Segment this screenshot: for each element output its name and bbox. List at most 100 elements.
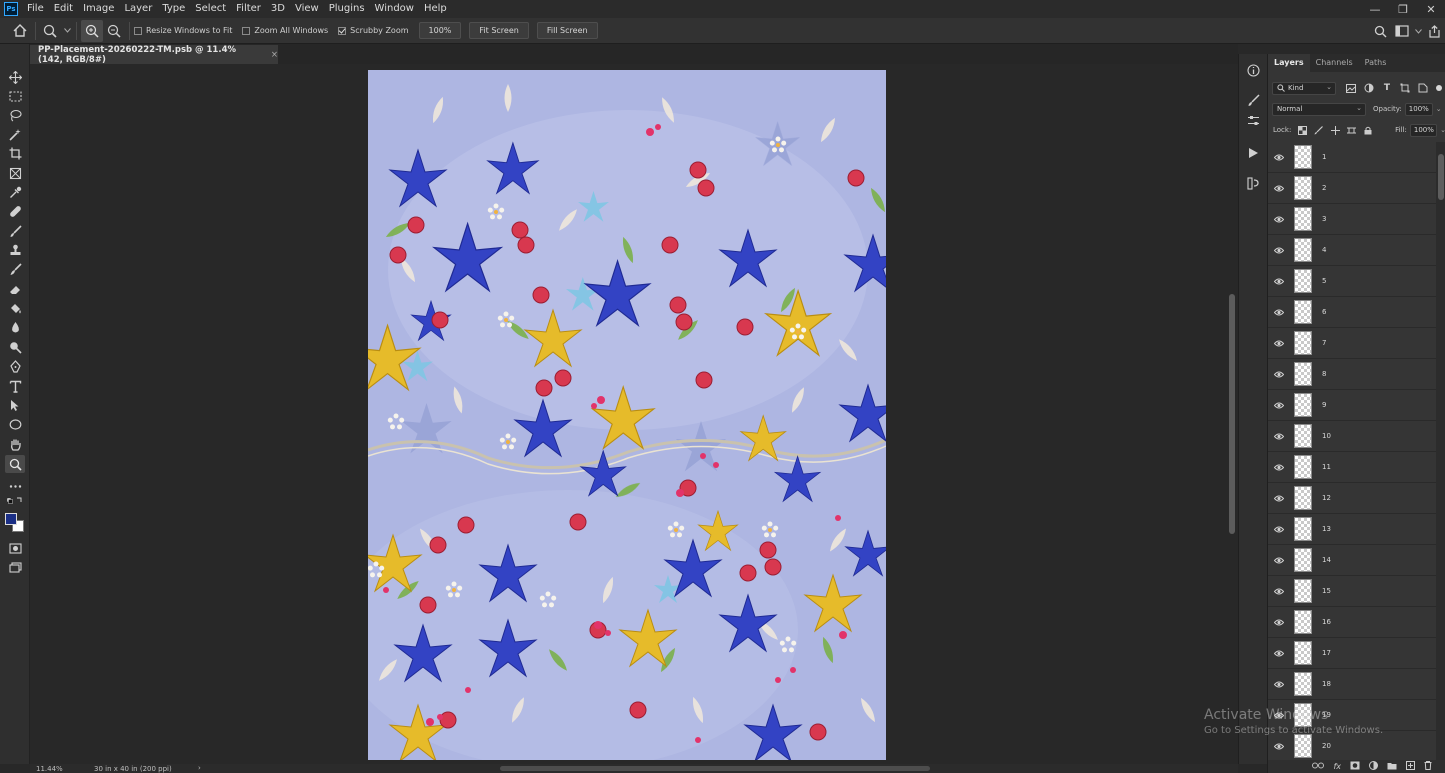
menu-select[interactable]: Select <box>190 0 231 18</box>
lock-position-icon[interactable] <box>1328 123 1342 137</box>
paint-bucket-tool-icon[interactable] <box>5 299 25 317</box>
menu-type[interactable]: Type <box>157 0 190 18</box>
layer-row[interactable]: 15 <box>1268 576 1436 607</box>
menu-plugins[interactable]: Plugins <box>324 0 370 18</box>
scrubby-zoom-checkbox[interactable]: Scrubby Zoom <box>338 26 409 35</box>
visibility-eye-icon[interactable] <box>1268 402 1290 409</box>
lock-transparent-pixels-icon[interactable] <box>1295 123 1309 137</box>
new-adjustment-layer-icon[interactable] <box>1369 761 1378 772</box>
fill-input[interactable]: 100% <box>1409 123 1438 137</box>
link-layers-icon[interactable] <box>1312 762 1325 771</box>
layer-row[interactable]: 7 <box>1268 328 1436 359</box>
delete-layer-icon[interactable] <box>1424 761 1432 772</box>
visibility-eye-icon[interactable] <box>1268 464 1290 471</box>
layer-row[interactable]: 14 <box>1268 545 1436 576</box>
type-tool-icon[interactable] <box>5 377 25 395</box>
info-icon[interactable] <box>1243 60 1263 80</box>
visibility-eye-icon[interactable] <box>1268 185 1290 192</box>
lock-artboard-icon[interactable] <box>1345 123 1359 137</box>
minimize-button[interactable]: — <box>1361 0 1389 18</box>
frame-tool-icon[interactable] <box>5 164 25 182</box>
visibility-eye-icon[interactable] <box>1268 650 1290 657</box>
screen-mode-icon[interactable] <box>5 558 25 576</box>
pen-tool-icon[interactable] <box>5 357 25 375</box>
zoom-tool-preset-icon[interactable] <box>40 20 62 42</box>
foreground-color-swatch[interactable] <box>5 513 17 525</box>
magic-wand-tool-icon[interactable] <box>5 125 25 143</box>
share-icon[interactable] <box>1423 20 1445 42</box>
layer-row[interactable]: 18 <box>1268 669 1436 700</box>
visibility-eye-icon[interactable] <box>1268 557 1290 564</box>
visibility-eye-icon[interactable] <box>1268 216 1290 223</box>
eyedropper-tool-icon[interactable] <box>5 183 25 201</box>
menu-3d[interactable]: 3D <box>266 0 290 18</box>
zoom-out-icon[interactable] <box>103 20 125 42</box>
zoom-level-readout[interactable]: 11.44% <box>36 765 63 773</box>
layer-row[interactable]: 17 <box>1268 638 1436 669</box>
layer-style-icon[interactable]: fx <box>1333 762 1341 771</box>
add-mask-icon[interactable] <box>1350 761 1360 772</box>
brush-settings-icon[interactable] <box>1243 90 1263 110</box>
blur-tool-icon[interactable] <box>5 318 25 336</box>
filter-shape-icon[interactable] <box>1398 81 1412 95</box>
chevron-down-icon[interactable] <box>62 20 72 42</box>
layer-row[interactable]: 12 <box>1268 483 1436 514</box>
canvas-vertical-scrollbar[interactable] <box>1226 64 1238 764</box>
fit-screen-button[interactable]: Fit Screen <box>469 22 529 39</box>
path-selection-tool-icon[interactable] <box>5 396 25 414</box>
filter-pixel-icon[interactable] <box>1344 81 1358 95</box>
chevron-down-icon[interactable]: ⌄ <box>1440 126 1445 134</box>
filter-type-icon[interactable]: T <box>1380 81 1394 95</box>
horizontal-scrollbar-thumb[interactable] <box>500 766 930 771</box>
new-layer-icon[interactable] <box>1406 761 1415 772</box>
visibility-eye-icon[interactable] <box>1268 371 1290 378</box>
workspace-icon[interactable] <box>1391 20 1413 42</box>
lock-all-icon[interactable] <box>1362 123 1376 137</box>
visibility-eye-icon[interactable] <box>1268 278 1290 285</box>
brush-tool-icon[interactable] <box>5 222 25 240</box>
menu-view[interactable]: View <box>290 0 324 18</box>
tab-channels[interactable]: Channels <box>1310 54 1359 72</box>
resize-windows-checkbox[interactable]: Resize Windows to Fit <box>134 26 232 35</box>
more-tools-icon[interactable] <box>5 477 25 495</box>
menu-edit[interactable]: Edit <box>49 0 78 18</box>
layer-row[interactable]: 13 <box>1268 514 1436 545</box>
menu-layer[interactable]: Layer <box>119 0 157 18</box>
blend-mode-select[interactable]: Normal ⌄ <box>1272 102 1366 116</box>
menu-window[interactable]: Window <box>370 0 419 18</box>
layers-scrollbar[interactable] <box>1436 142 1445 762</box>
chevron-down-icon[interactable]: ⌄ <box>1436 105 1442 113</box>
marquee-tool-icon[interactable] <box>5 87 25 105</box>
chevron-down-icon[interactable] <box>1413 20 1423 42</box>
layer-row[interactable]: 9 <box>1268 390 1436 421</box>
fill-screen-button[interactable]: Fill Screen <box>536 22 598 39</box>
zoom-all-windows-checkbox[interactable]: Zoom All Windows <box>242 26 328 35</box>
layer-row[interactable]: 10 <box>1268 421 1436 452</box>
layer-row[interactable]: 3 <box>1268 204 1436 235</box>
restore-button[interactable]: ❐ <box>1389 0 1417 18</box>
adjustments-icon[interactable] <box>1243 110 1263 130</box>
zoom-100-button[interactable]: 100% <box>418 22 462 39</box>
visibility-eye-icon[interactable] <box>1268 495 1290 502</box>
canvas-area[interactable] <box>30 64 1226 764</box>
visibility-eye-icon[interactable] <box>1268 433 1290 440</box>
search-icon[interactable] <box>1369 20 1391 42</box>
document-canvas[interactable] <box>368 70 886 760</box>
history-brush-tool-icon[interactable] <box>5 260 25 278</box>
menu-filter[interactable]: Filter <box>231 0 266 18</box>
dodge-tool-icon[interactable] <box>5 338 25 356</box>
visibility-eye-icon[interactable] <box>1268 247 1290 254</box>
filter-adjustment-icon[interactable] <box>1362 81 1376 95</box>
actions-play-icon[interactable] <box>1243 143 1263 163</box>
layer-row[interactable]: 6 <box>1268 297 1436 328</box>
tab-paths[interactable]: Paths <box>1359 54 1393 72</box>
layer-row[interactable]: 8 <box>1268 359 1436 390</box>
lasso-tool-icon[interactable] <box>5 106 25 124</box>
libraries-icon[interactable] <box>1243 173 1263 193</box>
filter-toggle-icon[interactable] <box>1436 85 1442 91</box>
scrollbar-thumb[interactable] <box>1229 294 1235 534</box>
menu-image[interactable]: Image <box>78 0 119 18</box>
visibility-eye-icon[interactable] <box>1268 743 1290 750</box>
home-icon[interactable] <box>9 20 31 42</box>
visibility-eye-icon[interactable] <box>1268 340 1290 347</box>
